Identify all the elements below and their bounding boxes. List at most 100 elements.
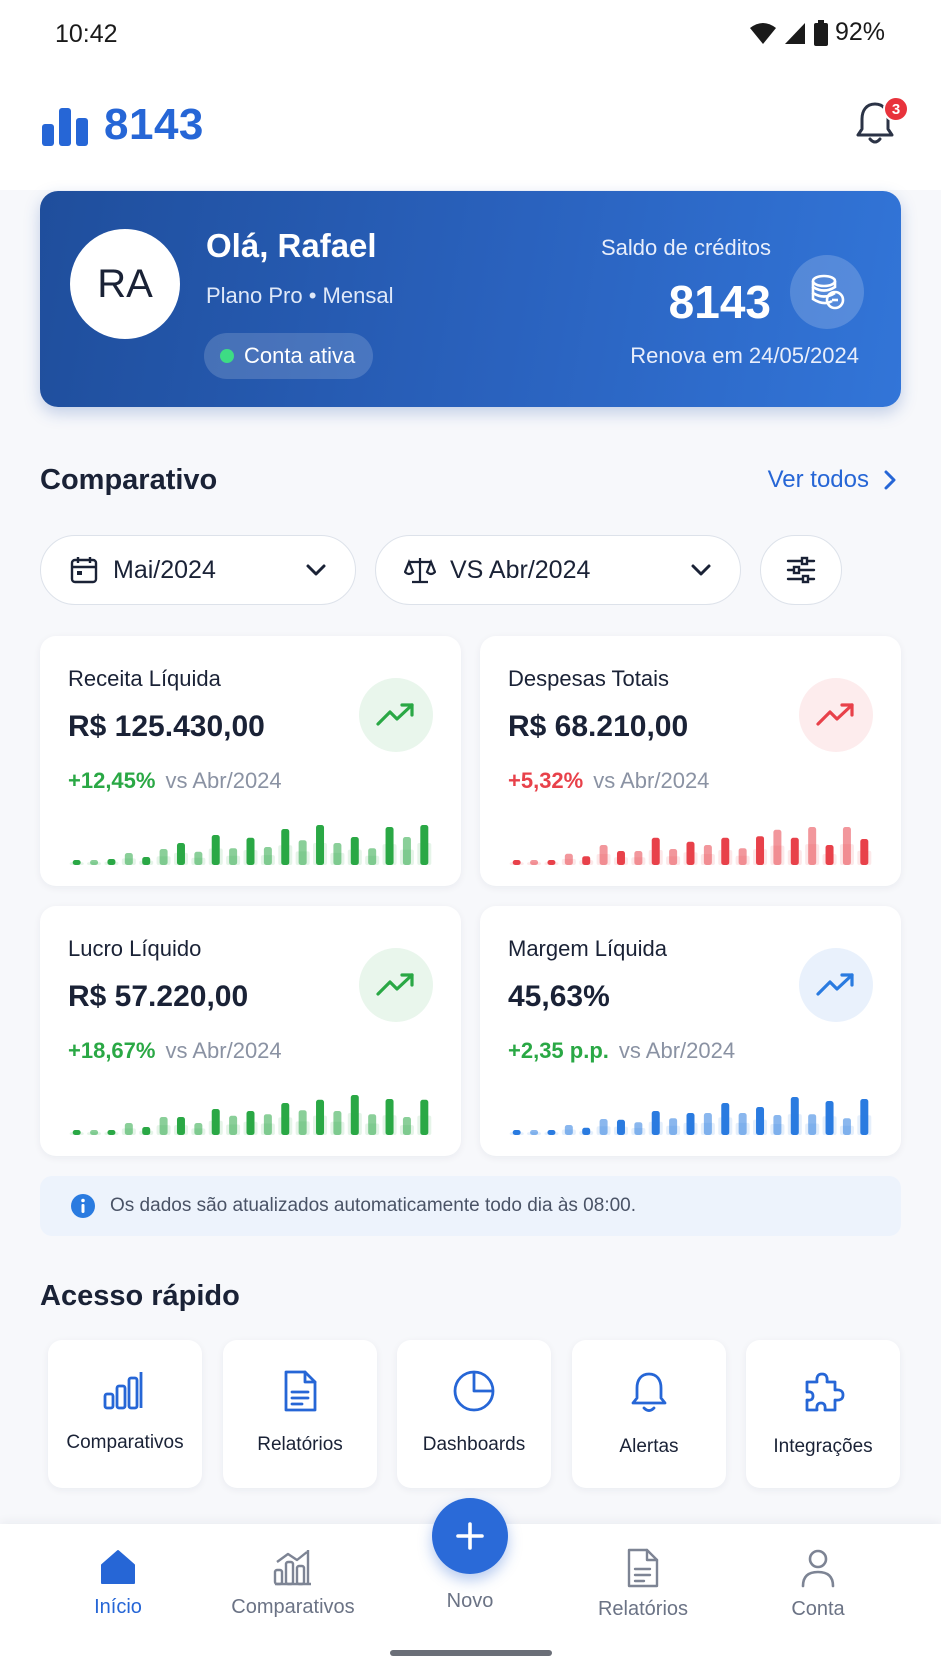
sparkline-bar: [756, 1107, 765, 1135]
info-text: Os dados são atualizados automaticamente…: [110, 1195, 637, 1216]
pie-chart-icon: [453, 1370, 495, 1412]
app-logo[interactable]: 8143: [42, 100, 204, 150]
metric-label: Lucro Líquido: [68, 936, 202, 961]
notifications-button[interactable]: 3: [855, 96, 909, 150]
sparkline-bar: [159, 849, 168, 865]
metric-value: R$ 125.430,00: [68, 710, 265, 743]
sparkline-bar: [316, 825, 325, 865]
calendar-icon: [70, 557, 98, 584]
compare-period-value: VS Abr/2024: [450, 555, 591, 584]
nav-home-label: Início: [94, 1596, 142, 1618]
sparkline-bar: [825, 1101, 834, 1135]
account-status-text: Conta ativa: [244, 343, 356, 368]
avatar[interactable]: RA: [70, 229, 180, 339]
quick-access-comparativos[interactable]: Comparativos: [48, 1340, 202, 1488]
sparkline-bar: [420, 1099, 429, 1135]
nav-comparativos[interactable]: Comparativos: [213, 1548, 373, 1619]
compare-period-select[interactable]: VS Abr/2024: [375, 535, 741, 605]
metric-delta: +5,32% vs Abr/2024: [508, 768, 709, 794]
nav-relatorios[interactable]: Relatórios: [563, 1548, 723, 1621]
sparkline-bar: [599, 1119, 608, 1135]
sparkline-bar: [669, 1118, 678, 1135]
sparkline-bar: [142, 1127, 151, 1135]
sparkline-bar: [229, 1115, 238, 1135]
sparkline-bar: [402, 1117, 411, 1135]
metric-value: 45,63%: [508, 980, 610, 1013]
sparkline-bar: [90, 1130, 99, 1135]
sparkline-bar: [634, 1122, 643, 1135]
metric-label: Margem Líquida: [508, 936, 667, 961]
nav-home[interactable]: Início: [38, 1548, 198, 1619]
sparkline-bar: [808, 1114, 817, 1135]
quick-access-label: Integrações: [773, 1436, 873, 1457]
quick-access-dashboards[interactable]: Dashboards: [397, 1340, 551, 1488]
sparkline-bar: [368, 1114, 377, 1135]
sparkline-bar: [211, 835, 220, 865]
home-indicator: [390, 1650, 552, 1656]
sparkline-bar: [385, 1099, 394, 1135]
metric-value: R$ 68.210,00: [508, 710, 689, 743]
sparkline-bar: [142, 857, 151, 865]
new-button[interactable]: [432, 1498, 508, 1574]
sparkline-bar: [547, 1130, 556, 1135]
filter-settings-button[interactable]: [760, 535, 842, 605]
nav-conta[interactable]: Conta: [738, 1548, 898, 1621]
metric-card-receita[interactable]: Receita Líquida R$ 125.430,00 +12,45% vs …: [40, 636, 461, 886]
sparkline-bar: [420, 825, 429, 865]
quick-access-relatorios[interactable]: Relatórios: [223, 1340, 377, 1488]
sparkline-bar: [263, 847, 272, 865]
sparkline-bar: [703, 1113, 712, 1135]
nav-conta-label: Conta: [791, 1598, 845, 1620]
credits-label: Saldo de créditos: [601, 235, 771, 260]
sparkline-bar: [582, 1127, 591, 1135]
coins-icon: [790, 255, 864, 329]
sparkline-chart: [509, 827, 872, 865]
metric-card-lucro[interactable]: Lucro Líquido R$ 57.220,00 +18,67% vs Abr…: [40, 906, 461, 1156]
scale-icon: [404, 558, 436, 584]
quick-access-alertas[interactable]: Alertas: [572, 1340, 726, 1488]
metric-delta-value: +12,45%: [68, 768, 156, 793]
user-icon: [801, 1549, 835, 1588]
sparkline-bar: [159, 1117, 168, 1135]
sparkline-bar: [721, 837, 730, 865]
sparkline-bar: [176, 843, 185, 865]
quick-access-label: Relatórios: [257, 1434, 343, 1455]
sparkline-bar: [124, 853, 133, 865]
quick-access-integracoes[interactable]: Integrações: [746, 1340, 900, 1488]
sparkline-bar: [703, 845, 712, 865]
metric-delta-value: +5,32%: [508, 768, 584, 793]
sparkline-bar: [107, 859, 116, 865]
quick-access-title: Acesso rápido: [40, 1280, 240, 1312]
account-summary-card: RA Olá, Rafael Plano Pro • Mensal Conta …: [40, 191, 901, 407]
metric-vs: vs Abr/2024: [165, 768, 282, 793]
sparkline-bar: [686, 1113, 695, 1135]
sparkline-bar: [246, 837, 255, 865]
metric-card-margem[interactable]: Margem Líquida 45,63% +2,35 p.p. vs Abr/2…: [480, 906, 901, 1156]
sparkline-bar: [738, 1113, 747, 1135]
battery-icon: [813, 19, 828, 46]
metric-vs: vs Abr/2024: [593, 768, 710, 793]
metric-label: Despesas Totais: [508, 666, 670, 691]
metric-vs: vs Abr/2024: [618, 1038, 736, 1063]
status-time: 10:42: [55, 20, 118, 48]
sparkline-bar: [651, 837, 660, 865]
status-icons: 92%: [749, 18, 885, 47]
see-all-link[interactable]: Ver todos: [768, 466, 897, 494]
document-icon: [627, 1548, 659, 1588]
metric-card-despesas[interactable]: Despesas Totais R$ 68.210,00 +5,32% vs Ab…: [480, 636, 901, 886]
period-select[interactable]: Mai/2024: [40, 535, 356, 605]
sparkline-bar: [756, 836, 765, 865]
sparkline-bar: [547, 860, 556, 865]
metric-delta-value: +18,67%: [68, 1038, 156, 1063]
sparkline-bar: [107, 1130, 116, 1135]
sparkline-bar: [686, 841, 695, 865]
quick-access-label: Dashboards: [422, 1434, 526, 1455]
metric-vs: vs Abr/2024: [165, 1038, 282, 1063]
bell-icon: [631, 1372, 667, 1412]
battery-percent: 92%: [834, 18, 885, 46]
sparkline-bar: [402, 837, 411, 865]
metric-delta-value: +2,35 p.p.: [508, 1038, 609, 1063]
status-dot-icon: [220, 349, 234, 363]
metric-delta: +12,45% vs Abr/2024: [68, 768, 282, 794]
sparkline-chart: [69, 825, 432, 865]
